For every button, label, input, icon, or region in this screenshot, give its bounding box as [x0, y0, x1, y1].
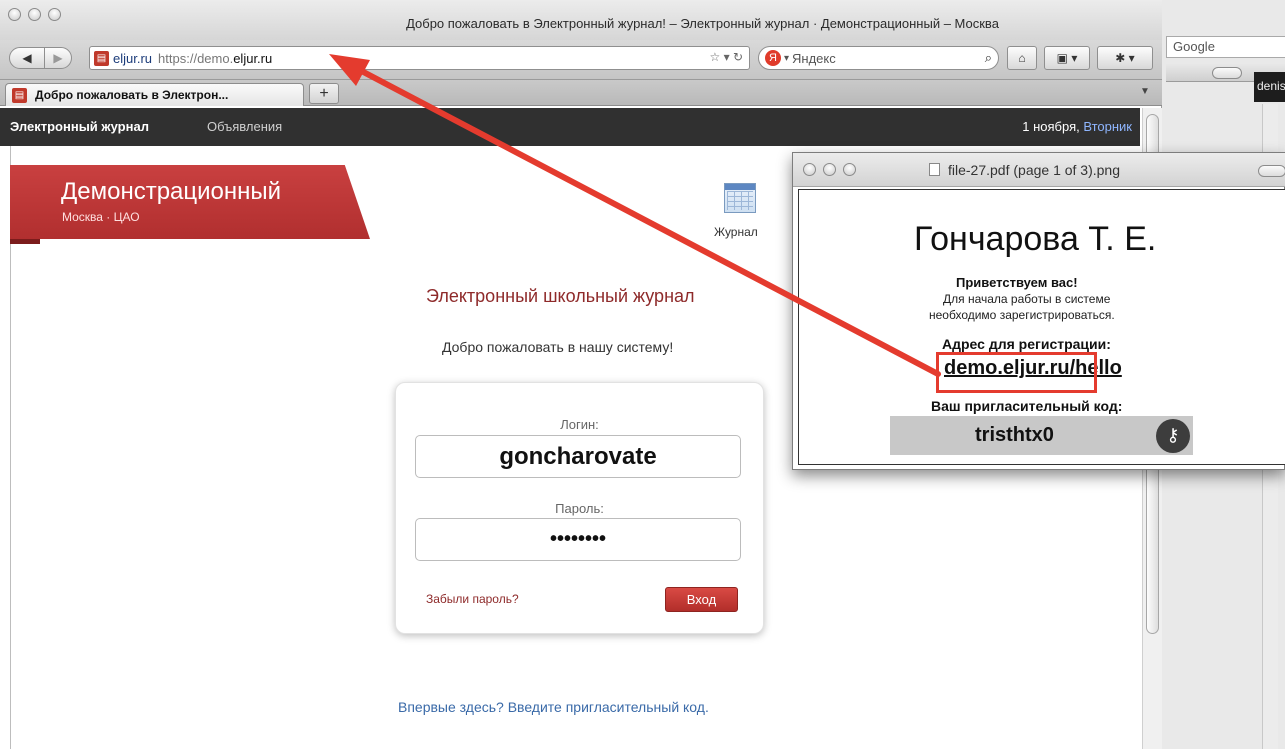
- login-input[interactable]: goncharovate: [415, 435, 741, 478]
- home-button[interactable]: ⌂: [1007, 46, 1037, 70]
- nav-brand-link[interactable]: Электронный журнал: [10, 119, 149, 134]
- preview-toolbar-toggle[interactable]: [1258, 165, 1285, 177]
- search-engine-name: Яндекс: [792, 50, 836, 66]
- bookmarks-icon: ▣ ▾: [1056, 51, 1078, 65]
- history-dropdown-icon[interactable]: ▾: [724, 50, 730, 64]
- background-partial-text: denis: [1254, 72, 1285, 102]
- forward-arrow-icon: ▶: [53, 51, 63, 65]
- search-engine-dropdown-icon[interactable]: ▾: [784, 53, 789, 64]
- preview-text-line2: необходимо зарегистрироваться.: [929, 308, 1115, 322]
- preview-text-line1: Для начала работы в системе: [943, 292, 1111, 306]
- preview-address-label: Адрес для регистрации:: [942, 336, 1111, 352]
- preview-zoom-button[interactable]: [843, 163, 856, 176]
- site-navbar: Электронный журнал Объявления 1 ноября, …: [0, 108, 1140, 146]
- url-tools: ☆ ▾ ↻: [709, 50, 743, 64]
- tab-active[interactable]: ▤ Добро пожаловать в Электрон...: [5, 83, 304, 106]
- new-tab-button[interactable]: +: [309, 83, 339, 104]
- preview-code-label: Ваш пригласительный код:: [931, 398, 1123, 414]
- close-window-button[interactable]: [8, 8, 21, 21]
- reload-icon[interactable]: ↻: [733, 50, 743, 64]
- password-input[interactable]: ••••••••: [415, 518, 741, 561]
- url-bar[interactable]: ▤ eljur.ru https://demo. eljur.ru ☆ ▾ ↻: [89, 46, 750, 70]
- minimize-window-button[interactable]: [28, 8, 41, 21]
- school-ribbon-fold: [10, 239, 40, 244]
- preview-title: file-27.pdf (page 1 of 3).png: [948, 162, 1121, 178]
- url-site-label: eljur.ru: [113, 50, 153, 66]
- background-toolbar-toggle[interactable]: [1212, 67, 1242, 79]
- zoom-window-button[interactable]: [48, 8, 61, 21]
- window-title: Добро пожаловать в Электронный журнал! –…: [406, 16, 999, 31]
- back-button[interactable]: ◀: [9, 47, 45, 69]
- highlight-box: [936, 352, 1097, 393]
- url-scheme: https://: [158, 50, 198, 66]
- yandex-logo-icon: Я: [765, 50, 781, 66]
- nav-date-text: 1 ноября,: [1022, 119, 1080, 134]
- welcome-text: Добро пожаловать в нашу систему!: [442, 339, 674, 355]
- page-heading: Электронный школьный журнал: [426, 286, 695, 306]
- addon-icon: ✱ ▾: [1115, 51, 1135, 65]
- login-submit-button[interactable]: Вход: [665, 587, 738, 612]
- url-host: eljur.ru: [233, 50, 273, 66]
- search-bar[interactable]: Я ▾ Яндекс ⌕: [758, 46, 999, 70]
- preview-close-button[interactable]: [803, 163, 816, 176]
- school-name: Демонстрационный: [61, 178, 282, 205]
- password-label: Пароль:: [555, 501, 604, 516]
- journal-label[interactable]: Журнал: [714, 225, 758, 239]
- tab-list-dropdown-icon[interactable]: ▼: [1140, 86, 1150, 97]
- search-icon[interactable]: ⌕: [985, 50, 992, 66]
- background-search-field[interactable]: Google: [1166, 36, 1285, 58]
- nav-date: 1 ноября, Вторник: [1022, 119, 1132, 134]
- login-label: Логин:: [560, 417, 599, 432]
- bookmark-star-icon[interactable]: ☆: [709, 50, 720, 64]
- home-icon: ⌂: [1018, 51, 1026, 65]
- bookmarks-menu-button[interactable]: ▣ ▾: [1044, 46, 1090, 70]
- forward-button[interactable]: ▶: [44, 47, 72, 69]
- nav-weekday: Вторник: [1083, 119, 1132, 134]
- preview-teacher-name: Гончарова Т. Е.: [914, 220, 1157, 258]
- key-icon: ⚷: [1156, 419, 1190, 453]
- tab-title: Добро пожаловать в Электрон...: [35, 88, 229, 102]
- forgot-password-link[interactable]: Забыли пароль?: [426, 592, 519, 606]
- back-arrow-icon: ◀: [22, 51, 32, 65]
- invite-code-link[interactable]: Впервые здесь? Введите пригласительный к…: [398, 699, 709, 715]
- site-favicon-icon: ▤: [94, 50, 109, 66]
- preview-greeting: Приветствуем вас!: [956, 275, 1078, 290]
- addon-menu-button[interactable]: ✱ ▾: [1097, 46, 1153, 70]
- school-location: Москва · ЦАО: [62, 210, 140, 224]
- document-icon: [929, 163, 940, 176]
- url-subdomain: demo.: [197, 50, 234, 66]
- preview-minimize-button[interactable]: [823, 163, 836, 176]
- preview-invite-code: tristhtx0: [975, 424, 1054, 446]
- journal-icon[interactable]: [724, 183, 756, 213]
- nav-announcements-link[interactable]: Объявления: [207, 119, 282, 134]
- tab-favicon-icon: ▤: [12, 87, 27, 103]
